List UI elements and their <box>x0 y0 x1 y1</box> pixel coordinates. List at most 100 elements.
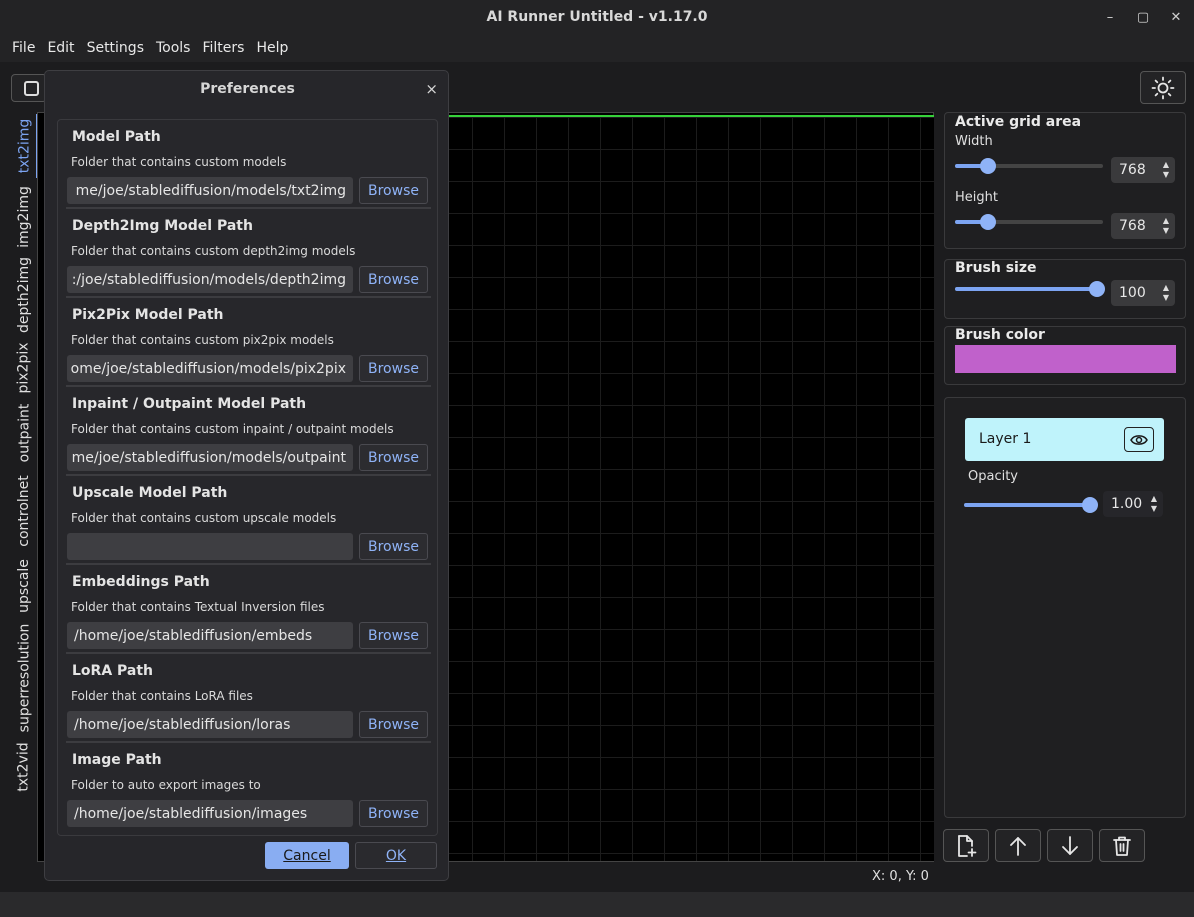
menu-bar: File Edit Settings Tools Filters Help <box>0 34 1194 62</box>
brush-color-group: Brush color <box>944 326 1186 385</box>
section-description: Folder that contains custom inpaint / ou… <box>71 422 394 436</box>
menu-edit[interactable]: Edit <box>41 40 80 56</box>
opacity-spinbox[interactable]: 1.00 ▲ ▼ <box>1103 491 1163 517</box>
spin-up-icon[interactable]: ▲ <box>1151 495 1157 503</box>
outpaint-path-input[interactable]: me/joe/stablediffusion/models/outpaint <box>67 444 353 471</box>
new-layer-button[interactable] <box>943 829 989 862</box>
pix2pix-path-browse-button[interactable]: Browse <box>359 355 428 382</box>
section-title: Depth2Img Model Path <box>72 218 253 234</box>
opacity-slider-handle[interactable] <box>1082 497 1098 513</box>
upscale-path-input[interactable] <box>67 533 353 560</box>
delete-layer-button[interactable] <box>1099 829 1145 862</box>
arrow-up-icon <box>1010 836 1026 856</box>
cancel-button[interactable]: Cancel <box>265 842 349 869</box>
pix2pix-path-section: Pix2Pix Model Path Folder that contains … <box>58 298 437 387</box>
theme-toggle-button[interactable] <box>1140 71 1186 104</box>
tab-depth2img[interactable]: depth2img <box>10 254 38 336</box>
brush-size-slider-handle[interactable] <box>1089 281 1105 297</box>
opacity-slider[interactable] <box>964 497 1098 513</box>
depth2img-path-input[interactable]: :/joe/stablediffusion/models/depth2img <box>67 266 353 293</box>
tab-upscale[interactable]: upscale <box>10 556 38 616</box>
close-window-button[interactable]: ✕ <box>1161 0 1191 34</box>
tab-txt2vid[interactable]: txt2vid <box>10 740 38 794</box>
close-icon[interactable]: × <box>425 80 438 98</box>
image-path-input[interactable]: /home/joe/stablediffusion/images <box>67 800 353 827</box>
layers-panel: Layer 1 Opacity 1.00 ▲ ▼ <box>944 397 1186 818</box>
opacity-label: Opacity <box>968 469 1019 484</box>
spin-up-icon[interactable]: ▲ <box>1163 217 1169 225</box>
minimize-button[interactable]: – <box>1095 0 1125 34</box>
checkbox-icon <box>24 81 39 96</box>
brush-size-group: Brush size 100 ▲ ▼ <box>944 259 1186 319</box>
tab-superresolution[interactable]: superresolution <box>10 622 38 734</box>
spin-up-icon[interactable]: ▲ <box>1163 284 1169 292</box>
height-spinbox[interactable]: 768 ▲ ▼ <box>1111 213 1175 239</box>
section-description: Folder that contains LoRA files <box>71 689 253 703</box>
section-description: Folder that contains custom pix2pix mode… <box>71 333 334 347</box>
sun-icon <box>1151 76 1175 99</box>
upscale-path-browse-button[interactable]: Browse <box>359 533 428 560</box>
model-path-browse-button[interactable]: Browse <box>359 177 428 204</box>
section-title: Model Path <box>72 129 161 145</box>
layer-visibility-button[interactable] <box>1124 427 1154 452</box>
brush-color-swatch[interactable] <box>955 345 1176 373</box>
layer-name: Layer 1 <box>979 431 1032 447</box>
depth2img-path-browse-button[interactable]: Browse <box>359 266 428 293</box>
image-path-section: Image Path Folder to auto export images … <box>58 743 437 832</box>
embeddings-path-input[interactable]: /home/joe/stablediffusion/embeds <box>67 622 353 649</box>
height-slider-handle[interactable] <box>980 214 996 230</box>
move-layer-down-button[interactable] <box>1047 829 1093 862</box>
menu-settings[interactable]: Settings <box>81 40 150 56</box>
menu-filters[interactable]: Filters <box>196 40 250 56</box>
width-spinbox[interactable]: 768 ▲ ▼ <box>1111 157 1175 183</box>
ok-button[interactable]: OK <box>355 842 437 869</box>
width-label: Width <box>955 134 993 149</box>
layer-item[interactable]: Layer 1 <box>965 418 1164 461</box>
brush-size-spinbox[interactable]: 100 ▲ ▼ <box>1111 280 1175 306</box>
menu-help[interactable]: Help <box>250 40 294 56</box>
width-slider[interactable] <box>955 158 1103 174</box>
maximize-button[interactable]: ▢ <box>1128 0 1158 34</box>
pix2pix-path-input[interactable]: ome/joe/stablediffusion/models/pix2pix <box>67 355 353 382</box>
height-label: Height <box>955 190 998 205</box>
title-bar: AI Runner Untitled - v1.17.0 <box>0 0 1194 34</box>
section-title: Pix2Pix Model Path <box>72 307 224 323</box>
lora-path-section: LoRA Path Folder that contains LoRA file… <box>58 654 437 743</box>
brush-size-title: Brush size <box>955 260 1037 276</box>
tab-img2img[interactable]: img2img <box>10 182 38 252</box>
brush-color-title: Brush color <box>955 327 1045 343</box>
spin-down-icon[interactable]: ▼ <box>1163 171 1169 179</box>
width-slider-handle[interactable] <box>980 158 996 174</box>
move-layer-up-button[interactable] <box>995 829 1041 862</box>
status-bar <box>0 892 1194 917</box>
depth2img-path-section: Depth2Img Model Path Folder that contain… <box>58 209 437 298</box>
tab-outpaint[interactable]: outpaint <box>10 400 38 466</box>
model-path-input[interactable]: me/joe/stablediffusion/models/txt2img <box>67 177 353 204</box>
menu-tools[interactable]: Tools <box>150 40 197 56</box>
tab-pix2pix[interactable]: pix2pix <box>10 339 38 397</box>
section-title: Inpaint / Outpaint Model Path <box>72 396 307 412</box>
lora-path-input[interactable]: /home/joe/stablediffusion/loras <box>67 711 353 738</box>
section-description: Folder that contains custom depth2img mo… <box>71 244 356 258</box>
height-slider[interactable] <box>955 214 1103 230</box>
spin-up-icon[interactable]: ▲ <box>1163 161 1169 169</box>
tab-txt2img[interactable]: txt2img <box>10 114 38 178</box>
embeddings-path-browse-button[interactable]: Browse <box>359 622 428 649</box>
tab-controlnet[interactable]: controlnet <box>10 472 38 550</box>
outpaint-path-browse-button[interactable]: Browse <box>359 444 428 471</box>
image-path-browse-button[interactable]: Browse <box>359 800 428 827</box>
toolbar-toggle-button[interactable] <box>11 74 47 102</box>
menu-file[interactable]: File <box>6 40 41 56</box>
brush-size-slider[interactable] <box>955 281 1105 297</box>
spin-down-icon[interactable]: ▼ <box>1163 227 1169 235</box>
spin-down-icon[interactable]: ▼ <box>1151 505 1157 513</box>
preferences-list: Model Path Folder that contains custom m… <box>57 119 438 836</box>
section-title: LoRA Path <box>72 663 154 679</box>
outpaint-path-section: Inpaint / Outpaint Model Path Folder tha… <box>58 387 437 476</box>
lora-path-browse-button[interactable]: Browse <box>359 711 428 738</box>
spin-down-icon[interactable]: ▼ <box>1163 294 1169 302</box>
generator-tabs: txt2img img2img depth2img pix2pix outpai… <box>10 112 38 812</box>
section-description: Folder to auto export images to <box>71 778 261 792</box>
cursor-coordinates: X: 0, Y: 0 <box>872 869 929 884</box>
drawing-canvas[interactable] <box>440 117 934 861</box>
